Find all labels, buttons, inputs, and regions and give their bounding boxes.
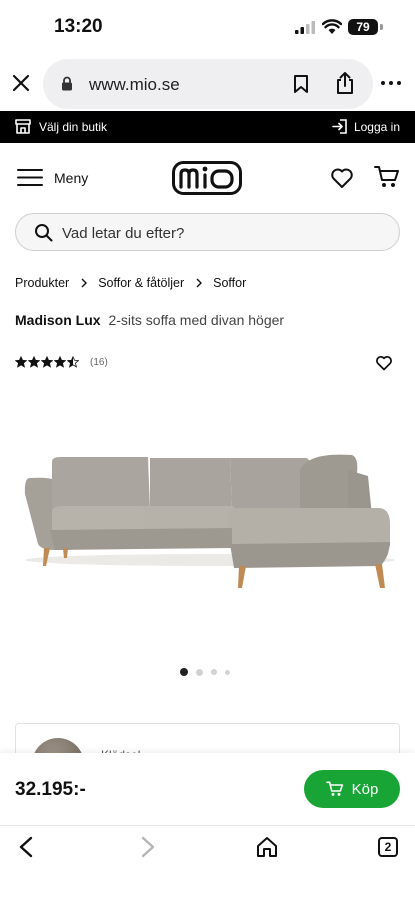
- forward-arrow-icon[interactable]: [137, 836, 157, 858]
- wishlist-heart-icon[interactable]: [330, 167, 354, 189]
- close-tab-button[interactable]: [8, 70, 34, 96]
- login-link[interactable]: Logga in: [332, 119, 400, 134]
- top-info-bar: Välj din butik Logga in: [0, 111, 415, 143]
- buy-button[interactable]: Köp: [304, 770, 400, 808]
- share-icon[interactable]: [335, 71, 355, 95]
- star-full-icon: [54, 356, 66, 368]
- cart-icon: [325, 781, 343, 796]
- carousel-dot[interactable]: [196, 668, 203, 676]
- star-full-icon: [41, 356, 53, 368]
- home-icon[interactable]: [256, 836, 278, 858]
- cellular-signal-icon: [295, 21, 315, 34]
- status-bar: 13:20 79: [0, 0, 415, 56]
- product-brand: Madison Lux: [15, 312, 101, 328]
- product-price: 32.195:-: [15, 779, 86, 800]
- lock-icon: [62, 76, 72, 91]
- battery-cap: [380, 24, 383, 30]
- chevron-right-icon: [196, 278, 203, 288]
- browser-address-row: www.mio.se: [0, 56, 415, 111]
- login-label: Logga in: [353, 119, 400, 134]
- carousel-dot[interactable]: [180, 668, 188, 676]
- sticky-buy-bar: 32.195:- Köp: [0, 753, 415, 825]
- search-icon: [35, 224, 53, 242]
- browser-toolbar: 2: [0, 825, 415, 900]
- product-image[interactable]: [0, 390, 415, 660]
- carousel-dot[interactable]: [225, 669, 230, 675]
- star-half-icon: [67, 356, 79, 368]
- buy-label: Köp: [351, 780, 379, 798]
- choose-store-label: Välj din butik: [39, 119, 108, 134]
- star-full-icon: [28, 356, 40, 368]
- close-icon: [12, 74, 30, 92]
- battery-icon: 79: [348, 19, 378, 35]
- breadcrumb: Produkter Soffor & fåtöljer Soffor: [15, 276, 246, 290]
- status-time: 13:20: [54, 16, 103, 37]
- product-description: 2-sits soffa med divan höger: [108, 312, 285, 328]
- back-arrow-icon[interactable]: [17, 836, 37, 858]
- mio-logo[interactable]: [172, 161, 242, 195]
- tabs-button[interactable]: 2: [378, 837, 398, 857]
- breadcrumb-item-sofas-armchairs[interactable]: Soffor & fåtöljer: [98, 276, 184, 290]
- menu-label: Meny: [54, 169, 89, 186]
- cart-icon[interactable]: [374, 165, 400, 189]
- star-full-icon: [15, 356, 27, 368]
- rating-stars: [15, 356, 79, 368]
- carousel-dot[interactable]: [211, 669, 217, 675]
- hamburger-icon: [17, 169, 43, 186]
- breadcrumb-item-products[interactable]: Produkter: [15, 276, 69, 290]
- choose-store-link[interactable]: Välj din butik: [15, 119, 107, 134]
- breadcrumb-item-sofas[interactable]: Soffor: [213, 276, 246, 290]
- bookmark-icon[interactable]: [293, 74, 309, 94]
- product-rating[interactable]: (16): [15, 356, 108, 368]
- store-icon: [15, 119, 31, 134]
- url-text: www.mio.se: [89, 75, 180, 94]
- review-count: (16): [90, 356, 108, 368]
- more-menu-button[interactable]: [381, 81, 401, 85]
- image-carousel-dots[interactable]: [180, 668, 230, 676]
- wifi-icon: [322, 19, 342, 34]
- product-wishlist-heart-icon[interactable]: [375, 355, 393, 371]
- login-icon: [332, 119, 347, 134]
- product-title: Madison Lux 2-sits soffa med divan höger: [15, 312, 284, 328]
- address-bar[interactable]: www.mio.se: [43, 59, 373, 109]
- menu-button[interactable]: Meny: [17, 168, 88, 187]
- search-input[interactable]: [62, 221, 382, 245]
- chevron-right-icon: [81, 278, 88, 288]
- site-header: Meny: [0, 143, 415, 213]
- search-bar[interactable]: [15, 213, 400, 251]
